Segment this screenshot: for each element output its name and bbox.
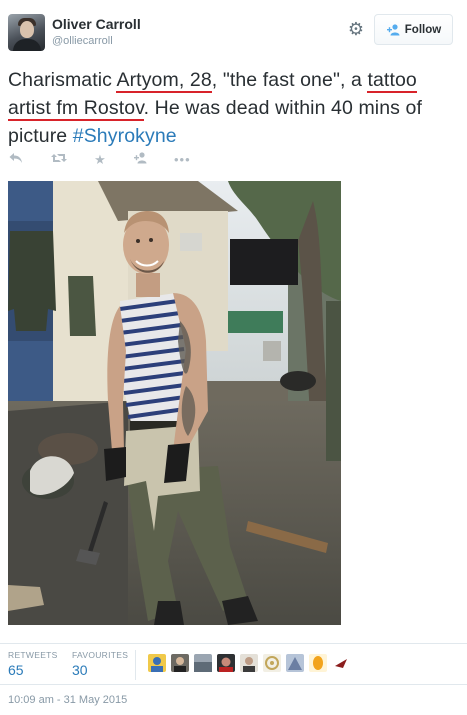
- tweet-text-part: , "the fast one", a: [211, 69, 368, 91]
- tweet-text-part: Charismatic: [8, 69, 117, 91]
- star-icon[interactable]: ★: [92, 152, 108, 168]
- hashtag-link[interactable]: #Shyrokyne: [73, 125, 177, 147]
- divider: [0, 643, 467, 644]
- follow-button[interactable]: Follow: [374, 14, 453, 45]
- tweet-actions: ★ •••: [8, 152, 208, 170]
- favourites-label: FAVOURITES: [72, 650, 129, 660]
- stats-separator: [135, 650, 136, 680]
- tweet-header: Oliver Carroll @olliecarroll ⚙ Follow: [8, 14, 459, 58]
- avatar[interactable]: [217, 654, 235, 672]
- retweet-icon[interactable]: [51, 152, 67, 168]
- avatar[interactable]: [240, 654, 258, 672]
- tweet-stats: RETWEETS 65 FAVOURITES 30: [8, 650, 458, 680]
- tweet-text: Charismatic Artyom, 28, "the fast one", …: [8, 66, 448, 150]
- tweet-timestamp[interactable]: 10:09 am - 31 May 2015: [8, 694, 127, 706]
- user-handle[interactable]: @olliecarroll: [52, 35, 113, 47]
- more-icon[interactable]: •••: [174, 152, 190, 168]
- avatar[interactable]: [194, 654, 212, 672]
- tweet-photo[interactable]: [8, 181, 341, 625]
- follow-label: Follow: [404, 23, 442, 36]
- divider: [0, 684, 467, 685]
- avatar[interactable]: [286, 654, 304, 672]
- add-user-icon: [386, 23, 400, 36]
- favourites-count[interactable]: 30: [72, 662, 88, 678]
- gear-icon[interactable]: ⚙: [347, 20, 365, 38]
- reply-icon[interactable]: [8, 152, 24, 168]
- avatar[interactable]: [332, 654, 350, 672]
- avatar[interactable]: [263, 654, 281, 672]
- retweets-label: RETWEETS: [8, 650, 58, 660]
- retweets-count[interactable]: 65: [8, 662, 24, 678]
- avatar[interactable]: [309, 654, 327, 672]
- user-name[interactable]: Oliver Carroll: [52, 16, 141, 32]
- highlight-name: Artyom, 28: [116, 69, 212, 93]
- avatar[interactable]: [148, 654, 166, 672]
- add-user-icon[interactable]: [132, 152, 148, 168]
- avatar[interactable]: [8, 14, 45, 51]
- avatar[interactable]: [171, 654, 189, 672]
